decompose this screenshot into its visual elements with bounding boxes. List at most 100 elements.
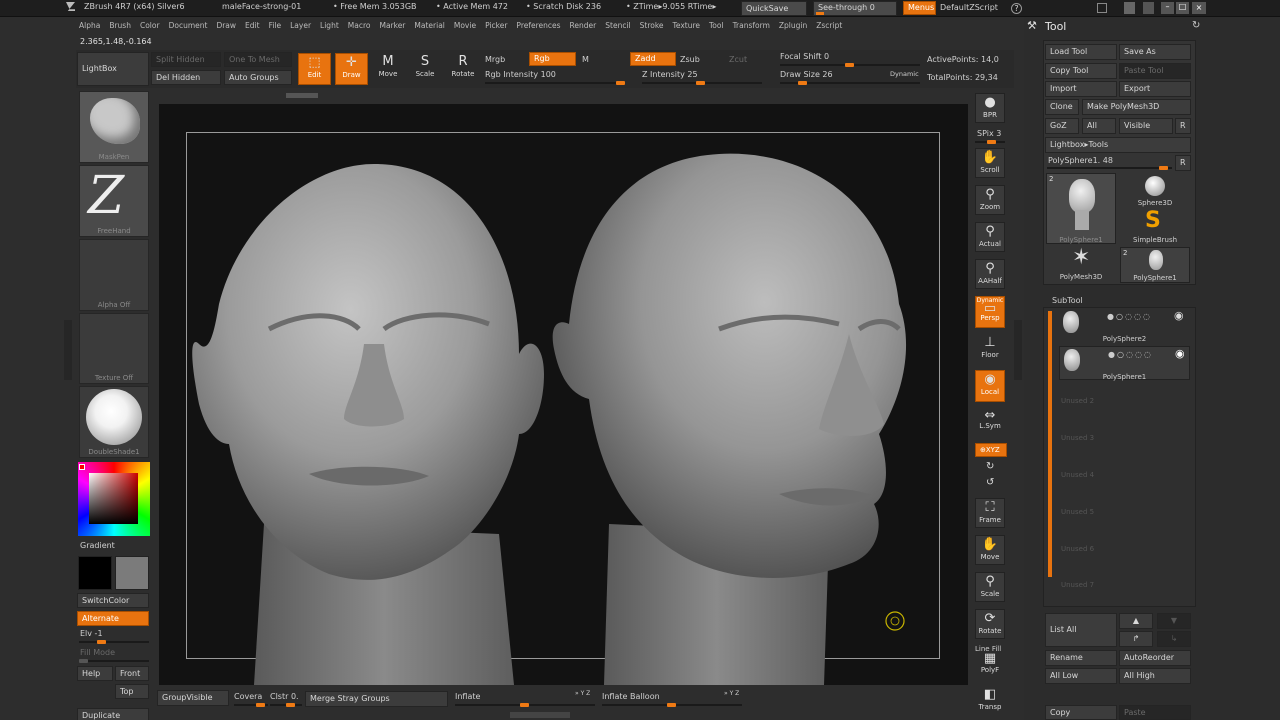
spix-knob[interactable]	[987, 140, 996, 144]
transp-button[interactable]: ◧ Transp	[975, 686, 1005, 714]
see-through-slider[interactable]: See-through 0	[813, 1, 897, 16]
right-tray-handle[interactable]	[1014, 320, 1022, 380]
spix-slider[interactable]	[975, 140, 1005, 144]
arrow-right-down-button[interactable]: ↳	[1157, 631, 1191, 647]
load-tool-button[interactable]: Load Tool	[1045, 44, 1117, 60]
inflate-balloon-slider[interactable]	[602, 703, 742, 707]
tool-panel-refresh-icon[interactable]: ↻	[1192, 20, 1200, 31]
rgb-intensity-knob[interactable]	[616, 81, 625, 85]
menu-item-zscript[interactable]: Zscript	[816, 21, 842, 30]
menu-item-render[interactable]: Render	[570, 21, 597, 30]
maximize-icon[interactable]: □	[1176, 2, 1189, 14]
visibility-eye-icon[interactable]: ◉	[1175, 347, 1185, 360]
floor-button[interactable]: ⊥ Floor	[975, 334, 1005, 364]
move-view-button[interactable]: ✋ Move	[975, 535, 1005, 565]
copy-tool-button[interactable]: Copy Tool	[1045, 63, 1117, 79]
zoom-button[interactable]: ⚲ Zoom	[975, 185, 1005, 215]
xyz-button[interactable]: ⊕XYZ	[975, 443, 1007, 457]
subtool-row-polysphere1[interactable]: ●○◌◌◌ ◉ PolySphere1	[1059, 346, 1190, 381]
sculpt-model-heads[interactable]	[159, 104, 968, 685]
gradient-label[interactable]: Gradient	[80, 541, 115, 550]
move-up-button[interactable]: ▲	[1119, 613, 1153, 629]
menu-item-layer[interactable]: Layer	[290, 21, 311, 30]
color-square[interactable]	[89, 473, 138, 524]
edit-button[interactable]: ⬚ Edit	[298, 53, 331, 85]
tool-thumb-sphere3d[interactable]: Sphere3D	[1120, 173, 1190, 209]
inflate-knob[interactable]	[520, 703, 529, 707]
menu-item-file[interactable]: File	[269, 21, 282, 30]
switch-color-button[interactable]: SwitchColor	[77, 593, 149, 608]
focal-shift-knob[interactable]	[845, 63, 854, 67]
group-visible-button[interactable]: GroupVisible	[157, 690, 229, 706]
rotate-y-icon[interactable]: ↻	[986, 461, 994, 472]
save-as-button[interactable]: Save As	[1119, 44, 1191, 60]
menu-item-color[interactable]: Color	[140, 21, 160, 30]
menu-item-stencil[interactable]: Stencil	[605, 21, 630, 30]
minimize-icon[interactable]: –	[1161, 2, 1174, 14]
front-button[interactable]: Front	[115, 666, 149, 681]
menu-item-alpha[interactable]: Alpha	[79, 21, 100, 30]
tool-thumb-simplebrush[interactable]: S SimpleBrush	[1120, 208, 1190, 246]
material-thumbnail[interactable]: DoubleShade1	[79, 386, 149, 458]
visibility-eye-icon[interactable]: ◉	[1174, 309, 1184, 322]
coverage-slider[interactable]	[234, 703, 268, 707]
menu-item-draw[interactable]: Draw	[216, 21, 236, 30]
menu-item-light[interactable]: Light	[320, 21, 339, 30]
tool-slider-knob[interactable]	[1159, 166, 1168, 170]
menu-item-marker[interactable]: Marker	[379, 21, 405, 30]
menu-item-preferences[interactable]: Preferences	[516, 21, 560, 30]
tool-panel-title[interactable]: Tool	[1045, 20, 1066, 33]
menu-item-movie[interactable]: Movie	[454, 21, 476, 30]
merge-stray-groups-button[interactable]: Merge Stray Groups	[305, 691, 448, 707]
scale-view-button[interactable]: ⚲ Scale	[975, 572, 1005, 602]
top-button[interactable]: Top	[115, 684, 149, 699]
z-intensity-knob[interactable]	[696, 81, 705, 85]
menu-item-zplugin[interactable]: Zplugin	[779, 21, 807, 30]
scroll-button[interactable]: ✋ Scroll	[975, 148, 1005, 178]
tool-slider[interactable]	[1047, 166, 1172, 170]
fill-mode-slider[interactable]	[79, 659, 149, 663]
quicksave-button[interactable]: QuickSave	[741, 1, 807, 16]
layout-icon[interactable]	[1143, 2, 1154, 14]
paste-tool-button[interactable]: Paste Tool	[1119, 63, 1191, 79]
menu-item-picker[interactable]: Picker	[485, 21, 507, 30]
goz-button[interactable]: GoZ	[1045, 118, 1079, 134]
subtool-scrollbar[interactable]	[1048, 311, 1052, 577]
help-icon[interactable]: ?	[1011, 3, 1022, 14]
aahalf-button[interactable]: ⚲ AAHalf	[975, 259, 1005, 289]
paste-subtool-button[interactable]: Paste	[1119, 705, 1191, 720]
zsub-button[interactable]: Zsub	[680, 55, 700, 64]
menu-item-texture[interactable]: Texture	[673, 21, 700, 30]
inflate-balloon-knob[interactable]	[667, 703, 676, 707]
rgb-button[interactable]: Rgb	[529, 52, 576, 66]
brush-thumbnail[interactable]: MaskPen	[79, 91, 149, 163]
move-button[interactable]: M Move	[373, 53, 403, 85]
del-hidden-button[interactable]: Del Hidden	[151, 70, 221, 85]
rotate-z-icon[interactable]: ↺	[986, 477, 994, 488]
elv-knob[interactable]	[97, 640, 106, 644]
draw-size-slider[interactable]	[780, 81, 920, 85]
save-icon[interactable]	[1124, 2, 1135, 14]
m-button[interactable]: M	[582, 55, 589, 64]
clstr-slider[interactable]	[270, 703, 302, 707]
alpha-thumbnail[interactable]: Alpha Off	[79, 239, 149, 311]
actual-button[interactable]: ⚲ Actual	[975, 222, 1005, 252]
import-button[interactable]: Import	[1045, 81, 1117, 97]
z-intensity-slider[interactable]	[642, 81, 762, 85]
auto-reorder-button[interactable]: AutoReorder	[1119, 650, 1191, 666]
auto-groups-button[interactable]: Auto Groups	[224, 70, 292, 85]
bottom-tray-handle[interactable]	[510, 712, 570, 718]
lightbox-tools-button[interactable]: Lightbox▸Tools	[1045, 137, 1191, 153]
duplicate-button[interactable]: Duplicate	[77, 708, 149, 720]
alternate-button[interactable]: Alternate	[77, 611, 149, 626]
menu-item-macro[interactable]: Macro	[348, 21, 371, 30]
menu-item-edit[interactable]: Edit	[245, 21, 260, 30]
rename-button[interactable]: Rename	[1045, 650, 1117, 666]
close-icon[interactable]: ×	[1192, 2, 1206, 14]
goz-visible-button[interactable]: Visible	[1119, 118, 1173, 134]
zadd-button[interactable]: Zadd	[630, 52, 676, 66]
rgb-intensity-slider[interactable]	[485, 81, 625, 85]
copy-subtool-button[interactable]: Copy	[1045, 705, 1117, 720]
fill-mode-knob[interactable]	[79, 659, 88, 663]
draw-button[interactable]: ✛ Draw	[335, 53, 368, 85]
